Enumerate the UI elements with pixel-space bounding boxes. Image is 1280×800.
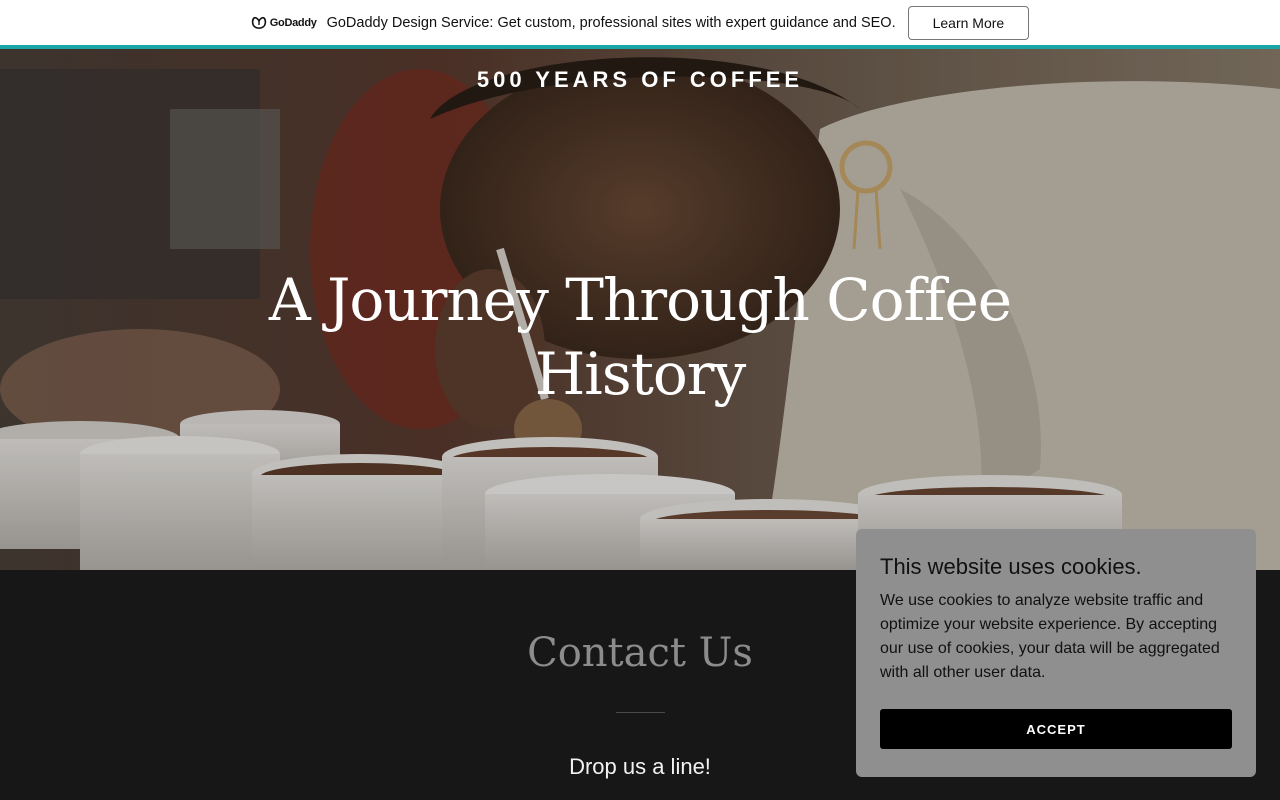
promo-bar: GoDaddy GoDaddy Design Service: Get cust…	[0, 0, 1280, 45]
godaddy-logo: GoDaddy	[251, 16, 317, 30]
cookie-banner: This website uses cookies. We use cookie…	[856, 529, 1256, 777]
godaddy-logo-icon	[251, 16, 266, 29]
section-divider	[616, 712, 665, 713]
cookie-message: We use cookies to analyze website traffi…	[880, 592, 1220, 681]
site-title[interactable]: 500 YEARS OF COFFEE	[0, 67, 1280, 93]
cookie-title: This website uses cookies.	[880, 554, 1142, 579]
accept-cookies-button[interactable]: ACCEPT	[880, 709, 1232, 749]
godaddy-logo-text: GoDaddy	[269, 16, 317, 29]
learn-more-button[interactable]: Learn More	[907, 5, 1030, 40]
promo-content: GoDaddy GoDaddy Design Service: Get cust…	[251, 5, 1030, 40]
hero-heading: A Journey Through Coffee History	[268, 266, 1012, 408]
promo-message: GoDaddy Design Service: Get custom, prof…	[326, 14, 896, 31]
hero-section: 500 YEARS OF COFFEE A Journey Through Co…	[0, 49, 1280, 570]
